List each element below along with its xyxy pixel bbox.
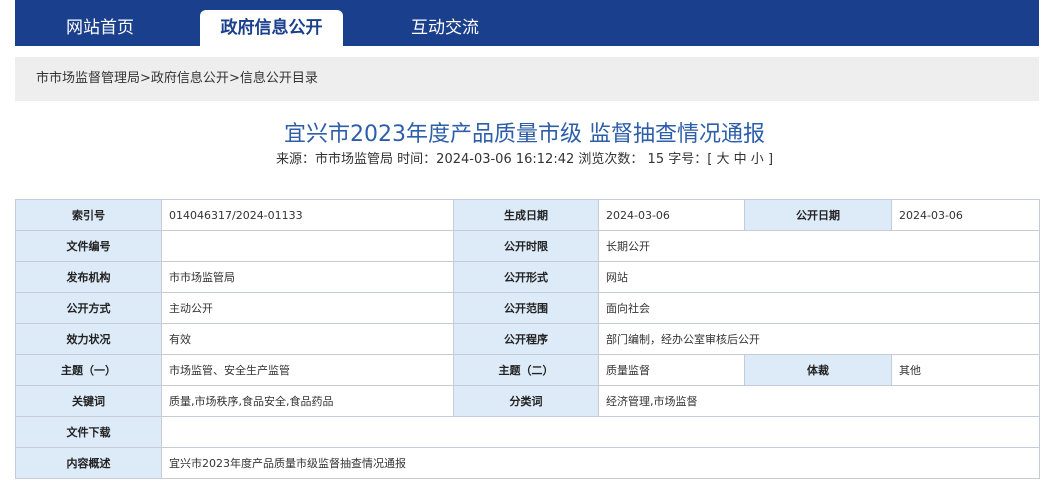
table-row: 发布机构 市市场监管局 公开形式 网站	[15, 261, 1040, 293]
table-row: 文件编号 公开时限 长期公开	[15, 230, 1040, 262]
article-title: 宜兴市2023年度产品质量市级 监督抽查情况通报	[284, 122, 765, 147]
source-value: 市市场监管局	[315, 152, 394, 167]
index-label: 索引号	[15, 199, 162, 231]
table-row: 内容概述 宜兴市2023年度产品质量市级监督抽查情况通报	[15, 447, 1040, 479]
pub-scope-value: 面向社会	[598, 292, 1040, 324]
publisher-label: 发布机构	[15, 261, 162, 293]
pub-form-value: 网站	[598, 261, 1040, 293]
publisher-value: 市市场监管局	[161, 261, 454, 293]
table-row: 文件下载	[15, 416, 1040, 448]
index-value: 014046317/2024-01133	[161, 199, 454, 231]
topic2-value: 质量监督	[598, 354, 745, 386]
topic2-label: 主题（二）	[453, 354, 599, 386]
summary-label: 内容概述	[15, 447, 162, 479]
breadcrumb-item-gov-info[interactable]: 政府信息公开	[151, 71, 229, 86]
info-table: 索引号 014046317/2024-01133 生成日期 2024-03-06…	[15, 199, 1040, 479]
table-row: 公开方式 主动公开 公开范围 面向社会	[15, 292, 1040, 324]
summary-value: 宜兴市2023年度产品质量市级监督抽查情况通报	[161, 447, 1040, 479]
category-label: 分类词	[453, 385, 599, 417]
tab-gov-info-open[interactable]: 政府信息公开	[200, 10, 343, 46]
pub-method-value: 主动公开	[161, 292, 454, 324]
breadcrumb-separator: >	[228, 71, 240, 86]
procedure-label: 公开程序	[453, 323, 599, 355]
views-label: 浏览次数：	[578, 152, 644, 167]
font-bracket-open: [	[707, 152, 713, 167]
top-nav: 网站首页 政府信息公开 互动交流	[15, 0, 1039, 46]
category-value: 经济管理,市场监督	[598, 385, 1040, 417]
validity-value: 有效	[161, 323, 454, 355]
table-row: 主题（一） 市场监管、安全生产监管 主题（二） 质量监督 体裁 其他	[15, 354, 1040, 386]
topic1-value: 市场监管、安全生产监管	[161, 354, 454, 386]
pub-scope-label: 公开范围	[453, 292, 599, 324]
breadcrumb: 市市场监督管理局>政府信息公开>信息公开目录	[15, 57, 1039, 101]
tab-home[interactable]: 网站首页	[15, 10, 185, 46]
table-row: 效力状况 有效 公开程序 部门编制，经办公室审核后公开	[15, 323, 1040, 355]
genre-label: 体裁	[744, 354, 892, 386]
procedure-value: 部门编制，经办公室审核后公开	[598, 323, 1040, 355]
font-size-medium-button[interactable]: 中	[734, 152, 747, 167]
font-size-small-button[interactable]: 小	[751, 152, 764, 167]
pub-term-value: 长期公开	[598, 230, 1040, 262]
time-value: 2024-03-06 16:12:42	[436, 152, 575, 167]
doc-no-label: 文件编号	[15, 230, 162, 262]
tab-interaction[interactable]: 互动交流	[360, 10, 530, 46]
views-value: 15	[647, 152, 665, 167]
source-label: 来源：	[275, 152, 315, 167]
font-size-large-button[interactable]: 大	[716, 152, 729, 167]
pub-term-label: 公开时限	[453, 230, 599, 262]
keywords-label: 关键词	[15, 385, 162, 417]
time-label: 时间：	[397, 152, 437, 167]
keywords-value: 质量,市场秩序,食品安全,食品药品	[161, 385, 454, 417]
topic1-label: 主题（一）	[15, 354, 162, 386]
gen-date-label: 生成日期	[453, 199, 599, 231]
breadcrumb-separator: >	[140, 71, 151, 86]
table-row: 索引号 014046317/2024-01133 生成日期 2024-03-06…	[15, 199, 1040, 231]
font-size-label: 字号：	[668, 152, 708, 167]
article-meta: 来源：市市场监管局 时间：2024-03-06 16:12:42 浏览次数： 1…	[0, 150, 1049, 170]
breadcrumb-item-catalog[interactable]: 信息公开目录	[240, 71, 318, 86]
table-row: 关键词 质量,市场秩序,食品安全,食品药品 分类词 经济管理,市场监督	[15, 385, 1040, 417]
font-bracket-close: ]	[767, 152, 774, 167]
doc-no-value	[161, 230, 454, 262]
breadcrumb-item-bureau[interactable]: 市市场监督管理局	[36, 71, 140, 86]
download-value[interactable]	[161, 416, 1040, 448]
genre-value: 其他	[891, 354, 1040, 386]
gen-date-value: 2024-03-06	[598, 199, 745, 231]
pub-date-label: 公开日期	[744, 199, 892, 231]
pub-method-label: 公开方式	[15, 292, 162, 324]
validity-label: 效力状况	[15, 323, 162, 355]
download-label: 文件下载	[15, 416, 162, 448]
pub-date-value: 2024-03-06	[891, 199, 1040, 231]
pub-form-label: 公开形式	[453, 261, 599, 293]
